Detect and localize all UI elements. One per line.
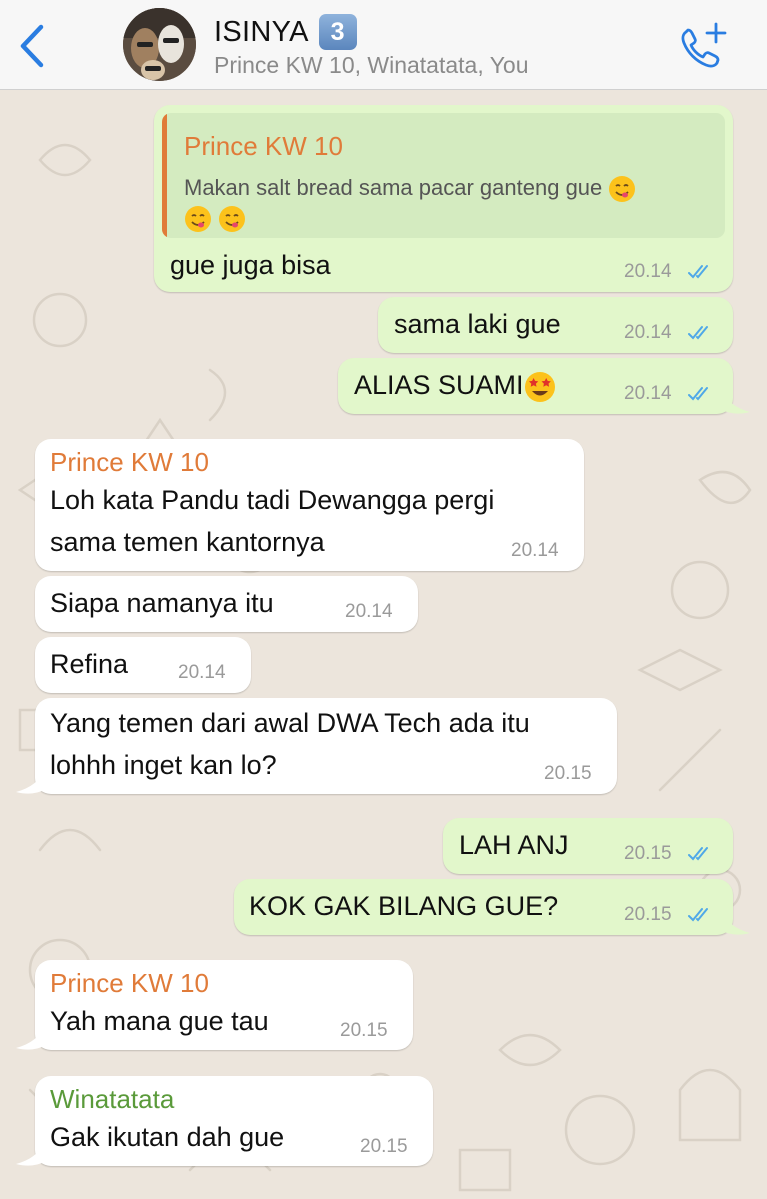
double-check-icon: [688, 908, 708, 922]
outgoing-message[interactable]: LAH ANJ 20.15: [443, 818, 733, 874]
double-check-icon: [688, 265, 708, 279]
message-line: Loh kata Pandu tadi Dewangga pergi: [50, 485, 495, 515]
bubble-tail: [16, 770, 44, 794]
message-time: 20.14: [345, 601, 393, 622]
message-time: 20.14: [178, 662, 226, 683]
outgoing-message[interactable]: ALIAS SUAMI 20.14: [338, 358, 733, 414]
outgoing-message[interactable]: Prince KW 10 Makan salt bread sama pacar…: [154, 105, 733, 292]
yum-emoji-icon: [219, 206, 246, 233]
incoming-message[interactable]: Yang temen dari awal DWA Tech ada itu lo…: [35, 698, 617, 794]
message-text: KOK GAK BILANG GUE?: [249, 891, 559, 921]
bubble-tail: [16, 1142, 44, 1166]
message-text: LAH ANJ: [459, 830, 569, 860]
message-sender: Winatatata: [50, 1084, 175, 1114]
chat-header: ISINYA 3 Prince KW 10, Winatatata, You: [0, 0, 767, 90]
message-text: Refina: [50, 649, 129, 679]
message-sender: Prince KW 10: [50, 447, 209, 477]
bubble-tail: [722, 911, 750, 935]
quote-bar: [162, 113, 167, 238]
message-sender: Prince KW 10: [50, 968, 209, 998]
message-text: Gak ikutan dah gue: [50, 1122, 285, 1152]
message-time: 20.14: [624, 383, 672, 404]
outgoing-message[interactable]: KOK GAK BILANG GUE? 20.15: [234, 879, 733, 935]
star-struck-emoji-icon: [524, 371, 555, 402]
double-check-icon: [688, 326, 708, 340]
chat-title[interactable]: ISINYA 3: [214, 14, 357, 50]
incoming-message[interactable]: Siapa namanya itu 20.14: [35, 576, 418, 632]
yum-emoji-icon: [609, 176, 636, 203]
keycap-badge: 3: [318, 14, 357, 50]
bubble-tail: [16, 1026, 44, 1050]
message-time: 20.14: [624, 322, 672, 343]
message-time: 20.15: [624, 904, 672, 925]
back-button[interactable]: [12, 22, 52, 70]
message-text: gue juga bisa: [170, 250, 331, 280]
group-name: ISINYA: [214, 15, 309, 48]
message-text: Yah mana gue tau: [50, 1006, 269, 1036]
add-call-button[interactable]: [676, 22, 728, 72]
message-line: sama temen kantornya: [50, 527, 325, 557]
incoming-message[interactable]: Prince KW 10 Yah mana gue tau 20.15: [35, 960, 413, 1050]
message-time: 20.14: [624, 261, 672, 282]
incoming-message[interactable]: Winatatata Gak ikutan dah gue 20.15: [35, 1076, 433, 1166]
phone-plus-icon: [681, 22, 727, 68]
participants-list[interactable]: Prince KW 10, Winatatata, You: [214, 52, 529, 79]
reply-quote[interactable]: Prince KW 10 Makan salt bread sama pacar…: [162, 113, 725, 238]
message-time: 20.15: [624, 843, 672, 864]
message-time: 20.15: [360, 1136, 408, 1157]
quote-text: Makan salt bread sama pacar ganteng gue: [184, 173, 714, 233]
incoming-message[interactable]: Refina 20.14: [35, 637, 251, 693]
quote-body: Makan salt bread sama pacar ganteng gue: [184, 175, 603, 200]
incoming-message[interactable]: Prince KW 10 Loh kata Pandu tadi Dewangg…: [35, 439, 584, 571]
double-check-icon: [688, 847, 708, 861]
message-line: lohhh inget kan lo?: [50, 750, 277, 780]
message-text: Siapa namanya itu: [50, 588, 274, 618]
yum-emoji-icon: [185, 206, 211, 233]
outgoing-message[interactable]: sama laki gue 20.14: [378, 297, 733, 353]
chevron-left-icon: [20, 24, 44, 68]
double-check-icon: [688, 387, 708, 401]
quote-sender: Prince KW 10: [184, 131, 343, 161]
message-list[interactable]: Prince KW 10 Makan salt bread sama pacar…: [0, 90, 767, 1199]
message-body: ALIAS SUAMI: [354, 370, 524, 400]
message-time: 20.14: [511, 540, 559, 561]
group-avatar[interactable]: [123, 8, 196, 81]
message-time: 20.15: [340, 1020, 388, 1041]
message-text: ALIAS SUAMI: [354, 370, 556, 403]
message-text: sama laki gue: [394, 309, 561, 339]
bubble-tail: [722, 390, 750, 414]
message-line: Yang temen dari awal DWA Tech ada itu: [50, 708, 530, 738]
message-time: 20.15: [544, 763, 592, 784]
